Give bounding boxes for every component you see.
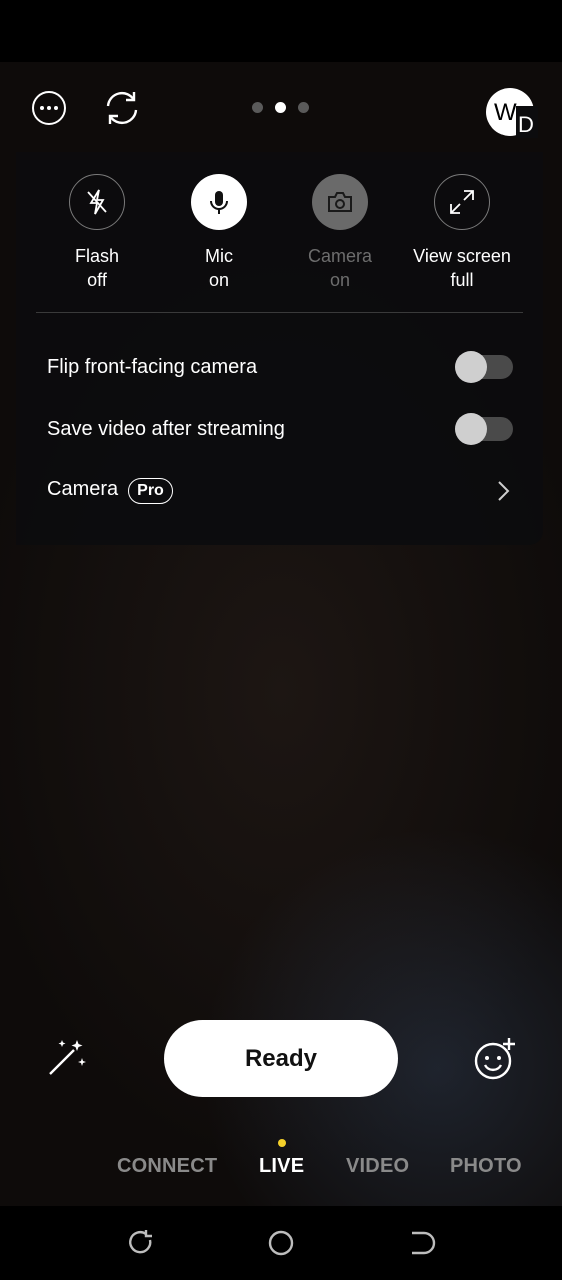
flip-camera-setting[interactable]: Flip front-facing camera: [47, 347, 513, 387]
flash-off-icon: [87, 189, 107, 215]
status-bar: [0, 0, 562, 62]
logo-letter-d: D: [518, 112, 534, 137]
camera-pro-setting[interactable]: Camera Pro: [47, 471, 513, 511]
page-dot-active: [275, 102, 286, 113]
quick-settings-panel: Flash off Mic on Camera on View screen f…: [16, 152, 543, 545]
back-icon: [412, 1231, 436, 1255]
view-screen-label-line2: full: [450, 270, 474, 290]
camera-on-button[interactable]: [312, 174, 368, 230]
switch-camera-icon: [106, 91, 138, 125]
camera-toggle[interactable]: Camera on: [280, 174, 400, 292]
view-screen-full-button[interactable]: [434, 174, 490, 230]
flash-label-line1: Flash: [74, 246, 119, 266]
view-screen-label: View screen full: [413, 244, 511, 292]
ready-button[interactable]: Ready: [164, 1020, 398, 1097]
more-options-icon: [32, 91, 66, 125]
camera-label-line2: on: [329, 270, 351, 290]
flash-toggle[interactable]: Flash off: [37, 174, 157, 292]
view-screen-label-line1: View screen: [413, 246, 511, 266]
camera-label-line1: Camera: [307, 246, 373, 266]
save-video-switch[interactable]: [455, 413, 513, 445]
mode-live[interactable]: LIVE: [259, 1155, 304, 1178]
switch-camera-button[interactable]: [100, 86, 144, 130]
flip-camera-switch[interactable]: [455, 351, 513, 383]
back-button[interactable]: [406, 1228, 436, 1258]
recents-button[interactable]: [126, 1228, 156, 1258]
system-navigation-bar: [0, 1206, 562, 1280]
flash-label: Flash off: [75, 244, 119, 292]
logo-letter-w: W: [494, 99, 517, 126]
flash-label-line2: off: [87, 270, 107, 290]
active-mode-indicator: [278, 1139, 286, 1147]
camera-setting-label: Camera: [47, 478, 119, 500]
flash-off-button[interactable]: [69, 174, 125, 230]
save-video-setting[interactable]: Save video after streaming: [47, 409, 513, 449]
smiley-plus-icon: [474, 1038, 515, 1080]
page-indicator: [252, 102, 309, 113]
mic-label: Mic on: [205, 244, 233, 292]
camera-label: Camera on: [308, 244, 372, 292]
camera-icon: [328, 192, 352, 212]
view-screen-toggle[interactable]: View screen full: [402, 174, 522, 292]
page-dot: [252, 102, 263, 113]
flip-camera-label: Flip front-facing camera: [47, 355, 258, 378]
wd-logo[interactable]: W D: [486, 86, 538, 138]
quick-settings-row: Flash off Mic on Camera on View screen f…: [16, 174, 543, 294]
fullscreen-icon: [450, 190, 474, 214]
pro-badge: Pro: [128, 478, 173, 504]
home-icon: [268, 1230, 294, 1256]
switch-knob: [455, 351, 487, 383]
home-button[interactable]: [266, 1228, 296, 1258]
more-options-button[interactable]: [27, 86, 71, 130]
mic-icon: [210, 191, 228, 214]
mic-toggle[interactable]: Mic on: [159, 174, 279, 292]
mode-video[interactable]: VIDEO: [346, 1155, 409, 1178]
top-bar: W D: [0, 82, 562, 138]
magic-wand-icon: [49, 1040, 86, 1075]
chevron-right-icon: [498, 481, 510, 501]
camera-pro-label-group: Camera Pro: [47, 478, 173, 504]
panel-divider: [36, 312, 523, 313]
mode-selector: CONNECT LIVE VIDEO PHOTO: [0, 1155, 562, 1189]
sticker-button[interactable]: [472, 1036, 516, 1080]
mic-on-button[interactable]: [191, 174, 247, 230]
effects-button[interactable]: [44, 1036, 88, 1080]
mic-label-line2: on: [208, 270, 230, 290]
save-video-label: Save video after streaming: [47, 417, 285, 440]
switch-knob: [455, 413, 487, 445]
mic-label-line1: Mic: [205, 246, 233, 266]
mode-photo[interactable]: PHOTO: [450, 1155, 522, 1178]
page-dot: [298, 102, 309, 113]
mode-connect[interactable]: CONNECT: [117, 1155, 217, 1178]
recents-icon: [129, 1230, 152, 1254]
